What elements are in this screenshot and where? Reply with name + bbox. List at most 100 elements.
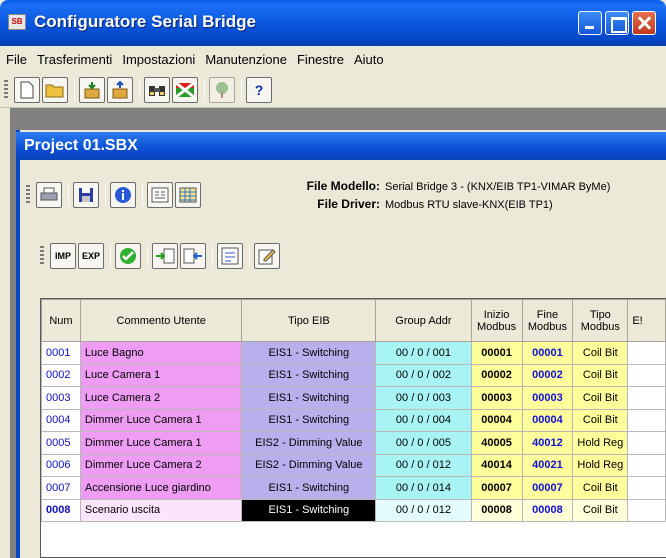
row-tipo-modbus[interactable]: Coil Bit — [572, 363, 629, 387]
insert-row-icon[interactable] — [152, 243, 178, 269]
row-tipo-modbus[interactable]: Coil Bit — [572, 476, 629, 500]
col-header-commento[interactable]: Commento Utente — [79, 299, 243, 342]
row-e-cell[interactable] — [627, 476, 666, 500]
col-header-num[interactable]: Num — [41, 299, 81, 342]
col-header-fine-modbus[interactable]: Fine Modbus — [521, 299, 574, 342]
row-tipo-eib[interactable]: EIS1 - Switching — [241, 363, 377, 387]
row-num[interactable]: 0005 — [41, 431, 81, 455]
row-tipo-eib[interactable]: EIS1 - Switching — [241, 498, 377, 522]
menu-file[interactable]: File — [6, 52, 33, 67]
col-header-e[interactable]: E! — [627, 299, 666, 342]
flag-icon[interactable] — [172, 76, 198, 103]
row-e-cell[interactable] — [627, 498, 666, 522]
col-header-tipo-eib[interactable]: Tipo EIB — [241, 299, 377, 342]
row-fine-modbus[interactable]: 00004 — [521, 408, 574, 432]
row-tipo-modbus[interactable]: Hold Reg — [572, 431, 629, 455]
row-tipo-eib[interactable]: EIS1 - Switching — [241, 386, 377, 410]
table-row[interactable]: 0006 Dimmer Luce Camera 2 EIS2 - Dimming V… — [41, 453, 666, 477]
row-comment[interactable]: Luce Camera 1 — [79, 363, 243, 387]
toolbar-grip[interactable] — [26, 185, 30, 205]
row-inizio-modbus[interactable]: 40014 — [470, 453, 523, 477]
menu-impostazioni[interactable]: Impostazioni — [122, 52, 201, 67]
row-tipo-modbus[interactable]: Hold Reg — [572, 453, 629, 477]
row-tipo-eib[interactable]: EIS1 - Switching — [241, 476, 377, 500]
row-fine-modbus[interactable]: 40021 — [521, 453, 574, 477]
row-comment[interactable]: Luce Bagno — [79, 341, 243, 365]
row-group-addr[interactable]: 00 / 0 / 004 — [375, 408, 472, 432]
row-fine-modbus[interactable]: 00008 — [521, 498, 574, 522]
row-e-cell[interactable] — [627, 453, 666, 477]
row-tipo-modbus[interactable]: Coil Bit — [572, 341, 629, 365]
row-tipo-eib[interactable]: EIS1 - Switching — [241, 408, 377, 432]
row-comment[interactable]: Scenario uscita — [79, 498, 243, 522]
row-group-addr[interactable]: 00 / 0 / 014 — [375, 476, 472, 500]
col-header-group-addr[interactable]: Group Addr — [375, 299, 472, 342]
upload-box-icon[interactable] — [107, 76, 133, 103]
row-comment[interactable]: Dimmer Luce Camera 1 — [79, 408, 243, 432]
minimize-button[interactable] — [578, 11, 602, 35]
row-inizio-modbus[interactable]: 40005 — [470, 431, 523, 455]
row-tipo-eib[interactable]: EIS2 - Dimming Value — [241, 453, 377, 477]
menu-aiuto[interactable]: Aiuto — [354, 52, 390, 67]
row-comment[interactable]: Dimmer Luce Camera 2 — [79, 453, 243, 477]
row-num[interactable]: 0004 — [41, 408, 81, 432]
row-fine-modbus[interactable]: 40012 — [521, 431, 574, 455]
row-comment[interactable]: Accensione Luce giardino — [79, 476, 243, 500]
col-header-tipo-modbus[interactable]: Tipo Modbus — [572, 299, 629, 342]
maximize-button[interactable] — [605, 11, 629, 35]
row-group-addr[interactable]: 00 / 0 / 005 — [375, 431, 472, 455]
row-inizio-modbus[interactable]: 00003 — [470, 386, 523, 410]
export-icon[interactable]: EXP — [78, 243, 104, 269]
row-tipo-modbus[interactable]: Coil Bit — [572, 408, 629, 432]
open-folder-icon[interactable] — [42, 76, 68, 103]
row-fine-modbus[interactable]: 00002 — [521, 363, 574, 387]
row-e-cell[interactable] — [627, 431, 666, 455]
row-inizio-modbus[interactable]: 00008 — [470, 498, 523, 522]
row-group-addr[interactable]: 00 / 0 / 012 — [375, 453, 472, 477]
row-fine-modbus[interactable]: 00007 — [521, 476, 574, 500]
table-view-icon[interactable] — [175, 182, 201, 208]
address-assign-icon[interactable] — [217, 243, 243, 269]
help-icon[interactable]: ? — [246, 76, 272, 103]
row-num[interactable]: 0006 — [41, 453, 81, 477]
save-icon[interactable] — [73, 182, 99, 208]
row-num[interactable]: 0001 — [41, 341, 81, 365]
print-icon[interactable] — [36, 182, 62, 208]
menu-trasferimenti[interactable]: Trasferimenti — [37, 52, 118, 67]
table-row[interactable]: 0002 Luce Camera 1 EIS1 - Switching 00 / 0 … — [41, 363, 666, 387]
row-group-addr[interactable]: 00 / 0 / 002 — [375, 363, 472, 387]
tree-icon[interactable] — [209, 76, 235, 103]
row-tipo-eib[interactable]: EIS2 - Dimming Value — [241, 431, 377, 455]
new-file-icon[interactable] — [14, 76, 40, 103]
close-button[interactable] — [632, 11, 656, 35]
row-e-cell[interactable] — [627, 363, 666, 387]
table-row[interactable]: 0001 Luce Bagno EIS1 - Switching 00 / 0 / 0… — [41, 341, 666, 365]
edit-icon[interactable] — [254, 243, 280, 269]
row-e-cell[interactable] — [627, 386, 666, 410]
row-num[interactable]: 0003 — [41, 386, 81, 410]
row-group-addr[interactable]: 00 / 0 / 003 — [375, 386, 472, 410]
row-num[interactable]: 0007 — [41, 476, 81, 500]
import-icon[interactable]: IMP — [50, 243, 76, 269]
row-tipo-modbus[interactable]: Coil Bit — [572, 386, 629, 410]
row-comment[interactable]: Luce Camera 2 — [79, 386, 243, 410]
row-fine-modbus[interactable]: 00001 — [521, 341, 574, 365]
document-title[interactable]: Project 01.SBX — [16, 132, 666, 160]
row-inizio-modbus[interactable]: 00004 — [470, 408, 523, 432]
row-inizio-modbus[interactable]: 00001 — [470, 341, 523, 365]
table-row[interactable]: 0004 Dimmer Luce Camera 1 EIS1 - Switching… — [41, 408, 666, 432]
table-row[interactable]: 0003 Luce Camera 2 EIS1 - Switching 00 / 0 … — [41, 386, 666, 410]
col-header-inizio-modbus[interactable]: Inizio Modbus — [470, 299, 523, 342]
row-num[interactable]: 0008 — [41, 498, 81, 522]
row-e-cell[interactable] — [627, 341, 666, 365]
document-view-icon[interactable] — [147, 182, 173, 208]
remove-row-icon[interactable] — [180, 243, 206, 269]
table-row[interactable]: 0007 Accensione Luce giardino EIS1 - Switc… — [41, 476, 666, 500]
table-row[interactable]: 0005 Dimmer Luce Camera 1 EIS2 - Dimming V… — [41, 431, 666, 455]
toolbar-grip[interactable] — [40, 246, 44, 266]
row-comment[interactable]: Dimmer Luce Camera 1 — [79, 431, 243, 455]
row-group-addr[interactable]: 00 / 0 / 001 — [375, 341, 472, 365]
info-icon[interactable] — [110, 182, 136, 208]
check-icon[interactable] — [115, 243, 141, 269]
row-e-cell[interactable] — [627, 408, 666, 432]
